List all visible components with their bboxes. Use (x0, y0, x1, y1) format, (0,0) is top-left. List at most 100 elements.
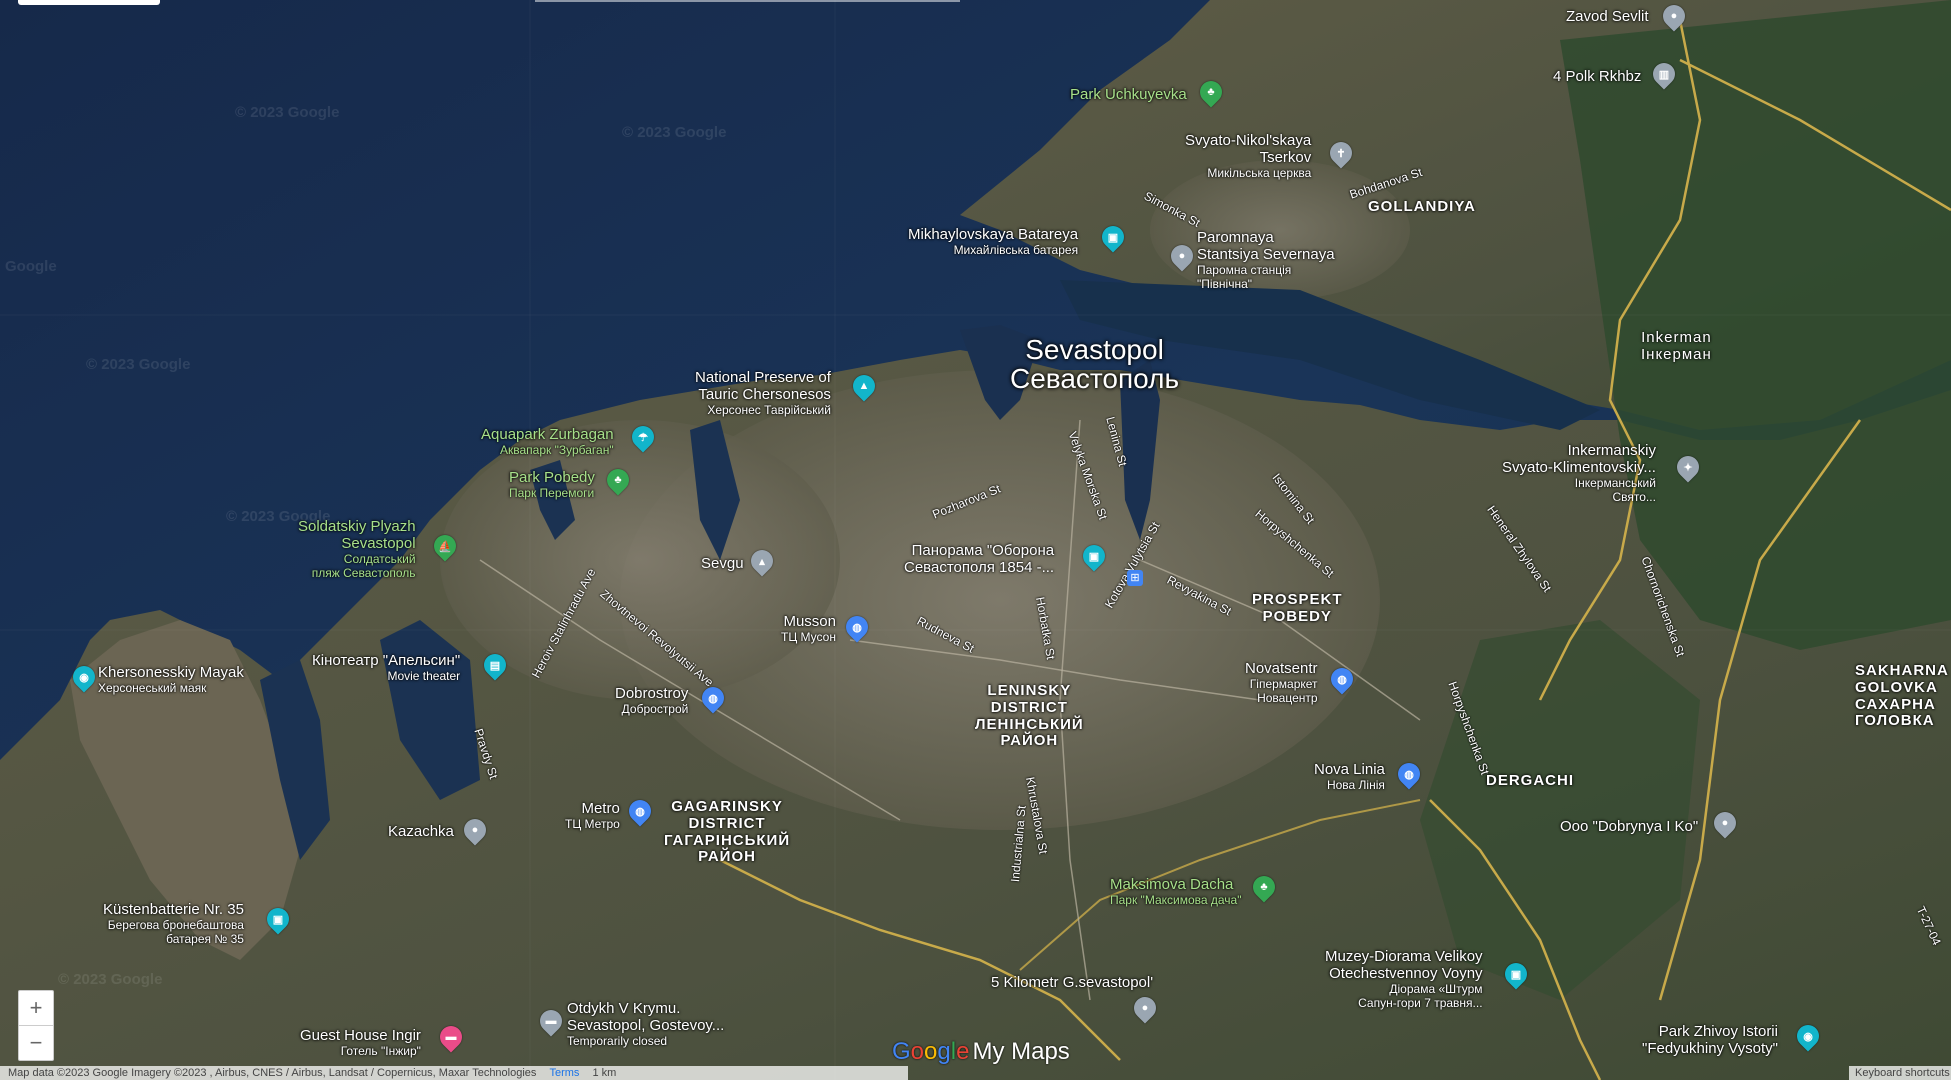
hotel-pin-icon[interactable]: ▬ (435, 1021, 467, 1053)
poi-park-uchkuyevka[interactable]: Park Uchkuyevka (1070, 86, 1187, 103)
poi-subtitle: Temporarily closed (567, 1034, 668, 1048)
shopping-pin-icon[interactable]: ◍ (841, 611, 873, 643)
poi-subtitle: Інкерманський (1574, 476, 1656, 490)
camera-pin-icon[interactable]: ◉ (1792, 1020, 1824, 1052)
location-pin-icon[interactable]: ● (459, 814, 491, 846)
pin-glyph: ▥ (1658, 68, 1670, 81)
poi-panorama[interactable]: Панорама "Оборона Севастополя 1854 -... (904, 542, 1054, 576)
poi-title: Khersonesskiy Mayak (98, 664, 244, 681)
poi-inkermanskiy-monastery[interactable]: Inkermanskiy Svyato-Klimentovskiy... Інкер… (1502, 442, 1656, 504)
terms-link[interactable]: Terms (549, 1067, 579, 1079)
shopping-pin-icon[interactable]: ◍ (624, 795, 656, 827)
museum-pin-icon[interactable]: ▣ (1078, 540, 1110, 572)
poi-dobrostroy[interactable]: Dobrostroy Добрострой (615, 685, 688, 716)
poi-park-zhivoy-istorii[interactable]: Park Zhivoy Istorii "Fedyukhiny Vysoty" (1642, 1023, 1778, 1057)
poi-kinoteatr-apelsin[interactable]: Кінотеатр "Апельсин" Movie theater (312, 652, 460, 683)
museum-pin-icon[interactable]: ▣ (1097, 221, 1129, 253)
poi-mikhaylovskaya-batareya[interactable]: Mikhaylovskaya Batareya Михайлівська бата… (908, 226, 1078, 257)
poi-subtitle: Паромна станція (1197, 263, 1292, 277)
district-line: ГОЛОВКА (1855, 712, 1935, 730)
park-pin-icon[interactable]: ♣ (602, 464, 634, 496)
district-line: DERGACHI (1486, 772, 1575, 789)
location-pin-icon[interactable]: ● (1129, 992, 1161, 1024)
poi-title: Aquapark Zurbagan (481, 426, 614, 443)
church-pin-icon[interactable]: ✝ (1325, 137, 1357, 169)
monastery-pin-icon[interactable]: ✦ (1672, 451, 1704, 483)
poi-novatsentr[interactable]: Novatsentr Гіпермаркет Новацентр (1245, 660, 1318, 705)
location-pin-icon[interactable]: ● (1166, 240, 1198, 272)
museum-pin-icon[interactable]: ▲ (848, 370, 880, 402)
poi-title-line2: Севастополя 1854 -... (904, 559, 1055, 576)
university-pin-icon[interactable]: ▴ (746, 545, 778, 577)
poi-title: National Preserve of (695, 369, 831, 386)
zoom-out-button[interactable]: − (18, 1025, 54, 1061)
poi-title: Guest House Ingir (300, 1027, 421, 1044)
zoom-in-button[interactable]: + (18, 990, 54, 1026)
poi-kazachka[interactable]: Kazachka (388, 823, 454, 840)
poi-sevgu[interactable]: Sevgu (701, 555, 744, 572)
poi-maksimova-dacha[interactable]: Maksimova Dacha Парк "Максимова дача" (1110, 876, 1241, 907)
building-pin-icon[interactable]: ▥ (1648, 58, 1680, 90)
poi-title: Novatsentr (1245, 660, 1318, 677)
park-pin-icon[interactable]: ♣ (1195, 76, 1227, 108)
keyboard-shortcuts-link[interactable]: Keyboard shortcuts (1849, 1066, 1951, 1080)
poi-subtitle: Гіпермаркет (1249, 677, 1318, 691)
poi-musson[interactable]: Musson ТЦ Мусон (781, 613, 836, 644)
poi-park-pobedy[interactable]: Park Pobedy Парк Перемоги (509, 469, 595, 500)
aquapark-pin-icon[interactable]: ☂ (627, 421, 659, 453)
poi-tauric-chersonesos[interactable]: National Preserve of Tauric Chersonesos Хе… (695, 369, 831, 417)
poi-4-polk[interactable]: 4 Polk Rkhbz (1553, 68, 1641, 85)
poi-guest-house-ingir[interactable]: Guest House Ingir Готель "Інжир" (300, 1027, 421, 1058)
poi-dobrynya[interactable]: Ooo "Dobrynya I Ko" (1560, 818, 1698, 835)
poi-muzey-diorama[interactable]: Muzey-Diorama Velikoy Otechestvennoy Voyn… (1325, 948, 1483, 1010)
museum-pin-icon[interactable]: ▣ (1500, 958, 1532, 990)
pin-glyph: ● (1178, 250, 1186, 262)
poi-5-kilometr[interactable]: 5 Kilometr G.sevastopol' (991, 974, 1153, 991)
pin-glyph: ♣ (614, 474, 622, 486)
poi-aquapark-zurbagan[interactable]: Aquapark Zurbagan Аквапарк "Зурбаган" (481, 426, 614, 457)
attribution-text: Map data ©2023 Google Imagery ©2023 , Ai… (8, 1067, 537, 1079)
poi-title-line2: Otechestvennoy Voyny (1329, 965, 1483, 982)
poi-zavod-sevlit[interactable]: Zavod Sevlit (1566, 8, 1649, 25)
poi-otdykh-v-krymu[interactable]: Otdykh V Krymu. Sevastopol, Gostevoy... Te… (567, 1000, 724, 1048)
poi-title: Nova Linia (1314, 761, 1385, 778)
poi-svyato-nikolskaya[interactable]: Svyato-Nikol'skaya Tserkov Микільська церк… (1185, 132, 1311, 180)
poi-soldatskiy-plyazh[interactable]: Soldatskiy Plyazh Sevastopol Солдатський пл… (298, 518, 416, 580)
pin-glyph: ▲ (858, 380, 870, 392)
bus-station-icon[interactable]: ⊞ (1127, 570, 1143, 586)
poi-subtitle: Херсонеський маяк (98, 681, 207, 695)
beach-pin-icon[interactable]: ⛵ (429, 530, 461, 562)
district-line: Inkerman (1641, 329, 1712, 346)
district-gollandiya: GOLLANDIYA (1368, 198, 1476, 216)
logo-letter: o (910, 1038, 925, 1065)
park-pin-icon[interactable]: ♣ (1248, 871, 1280, 903)
logo-letter: o (924, 1038, 938, 1065)
poi-nova-linia[interactable]: Nova Linia Нова Лінія (1314, 761, 1385, 792)
location-pin-icon[interactable]: ● (1709, 807, 1741, 839)
poi-title: Кінотеатр "Апельсин" (312, 652, 461, 669)
poi-subtitle: Михайлівська батарея (953, 243, 1079, 257)
map-canvas[interactable]: © 2023 Google © 2023 Google Google © 202… (0, 0, 1951, 1080)
hotel-pin-icon[interactable]: ▬ (535, 1005, 567, 1037)
poi-subtitle-line2: Новацентр (1257, 691, 1318, 705)
lighthouse-pin-icon[interactable]: ◉ (68, 661, 100, 693)
shopping-pin-icon[interactable]: ◍ (1326, 663, 1358, 695)
poi-subtitle-line2: батарея № 35 (166, 932, 244, 946)
poi-metro[interactable]: Metro ТЦ Метро (565, 800, 620, 831)
location-pin-icon[interactable]: ● (1658, 0, 1690, 32)
pin-glyph: ▴ (759, 555, 765, 568)
cinema-pin-icon[interactable]: ▤ (479, 649, 511, 681)
poi-title: 4 Polk Rkhbz (1553, 68, 1642, 85)
poi-khersonesskiy-mayak[interactable]: Khersonesskiy Mayak Херсонеський маяк (98, 664, 244, 695)
pin-glyph: ◍ (708, 692, 718, 705)
shopping-pin-icon[interactable]: ◍ (697, 682, 729, 714)
poi-paromnaya[interactable]: Paromnaya Stantsiya Severnaya Паромна стан… (1197, 229, 1335, 291)
poi-kustenbatterie[interactable]: Küstenbatterie Nr. 35 Берегова бронебашто… (103, 901, 244, 946)
museum-pin-icon[interactable]: ▣ (262, 903, 294, 935)
poi-title: Ooo "Dobrynya I Ko" (1560, 818, 1699, 835)
shopping-pin-icon[interactable]: ◍ (1393, 758, 1425, 790)
map-watermark: © 2023 Google (86, 356, 191, 373)
google-my-maps-logo: Google My Maps (892, 1038, 1070, 1066)
search-box-edge[interactable] (18, 0, 160, 5)
pin-glyph: ▬ (545, 1015, 557, 1027)
